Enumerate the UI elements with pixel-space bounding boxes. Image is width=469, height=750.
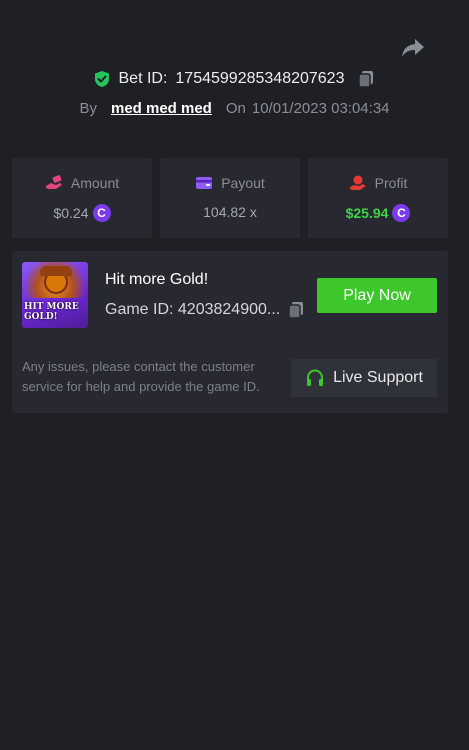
copy-icon[interactable] <box>286 300 306 320</box>
bet-id-row: Bet ID: 1754599285348207623 <box>0 66 469 92</box>
profit-header: Profit <box>308 174 448 192</box>
game-panel: HIT MORE GOLD! Hit more Gold! Game ID: 4… <box>12 251 448 413</box>
by-label: By <box>79 99 97 117</box>
on-label: On <box>225 99 246 117</box>
copy-icon[interactable] <box>356 69 376 89</box>
coin-icon: C <box>92 204 111 222</box>
support-notice: Any issues, please contact the customer … <box>22 359 260 394</box>
bet-stats: Amount $0.24 C Payout 104.82 x Profit $2… <box>12 158 459 238</box>
payout-card: Payout 104.82 x <box>160 158 300 238</box>
amount-card: Amount $0.24 C <box>12 158 152 238</box>
bet-meta-row: By med med med On 10/01/2023 03:04:34 <box>0 96 469 120</box>
thumbnail-hat <box>40 266 72 276</box>
profit-label: Profit <box>374 175 408 191</box>
money-hand-icon <box>349 174 367 192</box>
game-title: Hit more Gold! <box>105 271 209 288</box>
coin-icon: C <box>392 204 411 222</box>
bet-detail-page: Bet ID: 1754599285348207623 By med med m… <box>0 0 469 750</box>
profit-value-row: $25.94 C <box>308 204 448 222</box>
amount-label: Amount <box>70 175 120 191</box>
payout-value-row: 104.82 x <box>160 204 300 220</box>
bet-hand-icon <box>45 174 63 192</box>
payout-header: Payout <box>160 174 300 192</box>
username-link[interactable]: med med med <box>111 100 212 117</box>
live-support-label: Live Support <box>333 369 423 386</box>
amount-value-row: $0.24 C <box>12 204 152 222</box>
game-thumbnail[interactable]: HIT MORE GOLD! <box>22 262 88 328</box>
game-id-text: Game ID: 4203824900... <box>105 301 281 318</box>
amount-value: $0.24 <box>53 205 89 221</box>
profit-value: $25.94 <box>345 205 389 221</box>
bet-id-value: 1754599285348207623 <box>175 70 345 87</box>
amount-header: Amount <box>12 174 152 192</box>
profit-card: Profit $25.94 C <box>308 158 448 238</box>
payout-label: Payout <box>221 175 265 191</box>
share-arrow-icon <box>401 38 425 58</box>
bet-id-label: Bet ID: <box>118 70 168 87</box>
live-support-button[interactable]: Live Support <box>291 359 437 397</box>
thumbnail-title: HIT MORE GOLD! <box>24 302 79 322</box>
headphones-icon <box>305 368 325 388</box>
game-id-row: Game ID: 4203824900... <box>105 300 306 320</box>
bet-datetime: 10/01/2023 03:04:34 <box>251 99 390 117</box>
wallet-card-icon <box>195 174 213 192</box>
shield-check-icon <box>93 70 111 88</box>
share-button[interactable] <box>399 34 427 62</box>
payout-value: 104.82 x <box>203 204 257 220</box>
play-now-button[interactable]: Play Now <box>317 278 437 313</box>
